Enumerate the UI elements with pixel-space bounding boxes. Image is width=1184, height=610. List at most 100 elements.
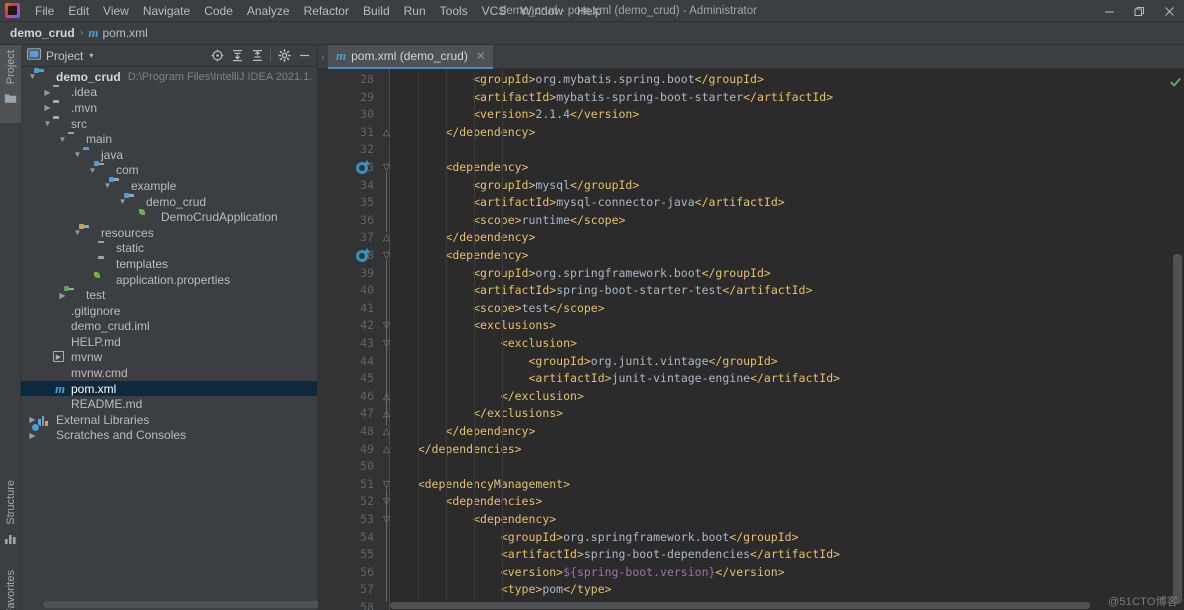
chevron-down-icon[interactable]: ▼ bbox=[117, 196, 128, 207]
menu-item-edit[interactable]: Edit bbox=[61, 0, 96, 22]
chevron-down-icon[interactable]: ▼ bbox=[72, 149, 83, 160]
code-line[interactable]: <groupId>org.junit.vintage</groupId> bbox=[390, 353, 777, 371]
menu-item-build[interactable]: Build bbox=[356, 0, 397, 22]
tree-node[interactable]: ▼ java bbox=[21, 147, 317, 163]
tree-node[interactable]: ▶ test bbox=[21, 287, 317, 303]
settings-gear-icon[interactable] bbox=[274, 46, 294, 66]
code-line[interactable]: <dependency> bbox=[390, 159, 528, 177]
stripe-tab-favorites[interactable]: Favorites bbox=[0, 565, 21, 610]
chevron-right-icon[interactable]: ▶ bbox=[42, 87, 53, 98]
code-line[interactable]: </dependency> bbox=[390, 423, 535, 441]
code-line[interactable]: <dependencies> bbox=[390, 493, 542, 511]
chevron-right-icon[interactable]: ▶ bbox=[42, 102, 53, 113]
inspection-status-strip[interactable] bbox=[1168, 69, 1184, 610]
code-line[interactable]: <artifactId>junit-vintage-engine</artifa… bbox=[390, 370, 840, 388]
close-icon[interactable]: ✕ bbox=[476, 49, 486, 63]
project-panel-horizontal-scrollbar[interactable] bbox=[43, 601, 321, 608]
chevron-down-icon[interactable]: ▼ bbox=[72, 227, 83, 238]
tree-node[interactable]: README.md bbox=[21, 396, 317, 412]
fold-end-icon[interactable]: △ bbox=[383, 441, 390, 459]
close-icon[interactable] bbox=[1154, 0, 1184, 22]
menu-item-refactor[interactable]: Refactor bbox=[297, 0, 356, 22]
tree-node[interactable]: static bbox=[21, 241, 317, 257]
code-line[interactable]: <dependency> bbox=[390, 247, 528, 265]
code-content[interactable]: <groupId>org.mybatis.spring.boot</groupI… bbox=[390, 69, 1168, 610]
code-line[interactable]: <groupId>org.springframework.boot</group… bbox=[390, 529, 799, 547]
menu-item-navigate[interactable]: Navigate bbox=[136, 0, 197, 22]
stripe-tab-structure[interactable]: Structure bbox=[0, 475, 21, 557]
editor-gutter[interactable]: 2829303132333435363738394041424344454647… bbox=[318, 69, 380, 610]
tree-node[interactable]: mvnw.cmd bbox=[21, 365, 317, 381]
code-line[interactable]: <artifactId>mysql-connector-java</artifa… bbox=[390, 194, 785, 212]
chevron-down-icon[interactable]: ▼ bbox=[87, 165, 98, 176]
code-line[interactable]: </exclusion> bbox=[390, 388, 584, 406]
code-line[interactable]: <version>2.1.4</version> bbox=[390, 106, 639, 124]
code-line[interactable]: <groupId>mysql</groupId> bbox=[390, 177, 639, 195]
menu-item-file[interactable]: File bbox=[28, 0, 61, 22]
menu-item-run[interactable]: Run bbox=[397, 0, 433, 22]
tree-node[interactable]: ▼ com bbox=[21, 163, 317, 179]
tree-node[interactable]: ▼ demo_crud bbox=[21, 194, 317, 210]
expand-all-icon[interactable] bbox=[227, 46, 247, 66]
code-line[interactable]: <version>${spring-boot.version}</version… bbox=[390, 564, 785, 582]
editor-horizontal-scrollbar[interactable] bbox=[390, 601, 1168, 610]
tree-node[interactable]: ▶ External Libraries bbox=[21, 412, 317, 428]
panel-action-separator bbox=[270, 49, 271, 62]
tree-node[interactable]: ▶ Scratches and Consoles bbox=[21, 428, 317, 444]
download-dependency-icon[interactable] bbox=[356, 248, 370, 262]
code-line[interactable]: </dependency> bbox=[390, 229, 535, 247]
chevron-down-icon[interactable]: ▼ bbox=[57, 134, 68, 145]
editor-tab-pom-xml[interactable]: m pom.xml (demo_crud) ✕ bbox=[328, 45, 493, 69]
collapse-all-icon[interactable] bbox=[247, 46, 267, 66]
code-line[interactable]: </dependency> bbox=[390, 124, 535, 142]
breadcrumb-file[interactable]: m pom.xml bbox=[85, 22, 150, 45]
tree-node[interactable]: ▼ resources bbox=[21, 225, 317, 241]
package-folder-icon bbox=[98, 163, 112, 177]
chevron-right-icon[interactable]: ▶ bbox=[57, 290, 68, 301]
code-line[interactable]: <type>pom</type> bbox=[390, 581, 612, 599]
tree-node[interactable]: ▼ main bbox=[21, 131, 317, 147]
minimize-icon[interactable] bbox=[1094, 0, 1124, 22]
hide-panel-icon[interactable] bbox=[294, 46, 314, 66]
chevron-down-icon[interactable]: ▼ bbox=[27, 71, 38, 82]
tree-node[interactable]: ▶ mvnw bbox=[21, 350, 317, 366]
tree-node[interactable]: DemoCrudApplication bbox=[21, 209, 317, 225]
menu-item-view[interactable]: View bbox=[96, 0, 136, 22]
tree-node[interactable]: ▼ src bbox=[21, 116, 317, 132]
tree-node[interactable]: ▼ example bbox=[21, 178, 317, 194]
code-folding-strip[interactable]: △▽△▽▽▽△△△△▽▽▽ bbox=[380, 69, 390, 610]
code-line[interactable]: <artifactId>spring-boot-starter-test</ar… bbox=[390, 282, 812, 300]
code-line[interactable]: <artifactId>mybatis-spring-boot-starter<… bbox=[390, 89, 833, 107]
tree-node[interactable]: ▶ .mvn bbox=[21, 100, 317, 116]
menu-item-tools[interactable]: Tools bbox=[433, 0, 475, 22]
editor-vertical-scrollbar-thumb[interactable] bbox=[1173, 254, 1182, 604]
fold-end-icon[interactable]: △ bbox=[383, 124, 390, 142]
tree-node[interactable]: demo_crud.iml bbox=[21, 319, 317, 335]
tree-node[interactable]: ▶ .idea bbox=[21, 85, 317, 101]
breadcrumb-project[interactable]: demo_crud bbox=[7, 22, 78, 45]
code-editor[interactable]: 2829303132333435363738394041424344454647… bbox=[318, 69, 1184, 610]
tree-node[interactable]: .gitignore bbox=[21, 303, 317, 319]
code-line[interactable]: </exclusions> bbox=[390, 405, 563, 423]
code-line[interactable]: <scope>runtime</scope> bbox=[390, 212, 625, 230]
code-line[interactable]: <scope>test</scope> bbox=[390, 300, 605, 318]
tree-node[interactable]: ▼ demo_crud D:\Program Files\IntelliJ IDEA… bbox=[21, 69, 317, 85]
menu-item-analyze[interactable]: Analyze bbox=[240, 0, 297, 22]
chevron-down-icon[interactable]: ▼ bbox=[42, 118, 53, 129]
code-line[interactable]: <dependencyManagement> bbox=[390, 476, 570, 494]
tree-node[interactable]: application.properties bbox=[21, 271, 317, 288]
code-line[interactable]: <artifactId>spring-boot-dependencies</ar… bbox=[390, 546, 840, 564]
menu-item-code[interactable]: Code bbox=[197, 0, 240, 22]
tree-node[interactable]: templates bbox=[21, 256, 317, 272]
code-line[interactable]: <groupId>org.springframework.boot</group… bbox=[390, 265, 771, 283]
chevron-down-icon[interactable]: ▼ bbox=[102, 180, 113, 191]
tree-node[interactable]: HELP.md bbox=[21, 334, 317, 350]
stripe-tab-project[interactable]: Project bbox=[0, 45, 21, 123]
download-dependency-icon[interactable] bbox=[356, 160, 370, 174]
project-tree[interactable]: ▼ demo_crud D:\Program Files\IntelliJ IDEA… bbox=[21, 67, 317, 602]
restore-icon[interactable] bbox=[1124, 0, 1154, 22]
editor-tabs-scroll-left-icon[interactable]: ‹ bbox=[318, 45, 328, 69]
tree-node-selected[interactable]: m pom.xml bbox=[21, 380, 317, 397]
select-opened-file-icon[interactable] bbox=[207, 46, 227, 66]
